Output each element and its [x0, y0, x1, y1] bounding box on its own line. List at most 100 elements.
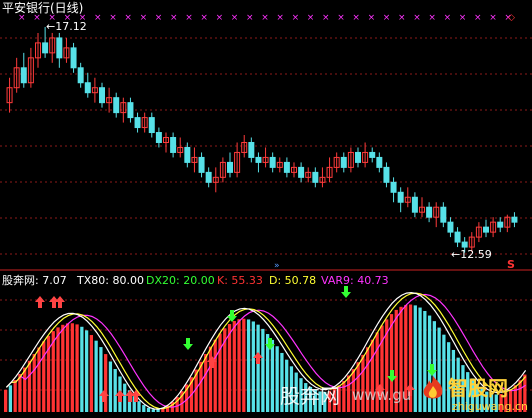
signal-x-marker: ×: [155, 13, 163, 23]
candle-body: [248, 141, 255, 158]
indicator-bar: [108, 361, 113, 412]
candle-body: [70, 47, 77, 69]
indicator-bar: [237, 319, 241, 412]
signal-x-marker: ×: [307, 13, 315, 23]
signal-x-marker: ×: [246, 13, 254, 23]
candle-body: [461, 241, 468, 248]
price-low-label: 12.59: [460, 248, 492, 261]
watermark-brand-cn: 智股网: [448, 376, 508, 400]
candle-body: [184, 146, 191, 163]
indicator-bar: [346, 375, 351, 412]
indicator-bar: [104, 354, 108, 412]
indicator-bar: [32, 354, 36, 412]
indicator-bar: [413, 305, 417, 412]
indicator-value: : 7.07: [35, 274, 67, 287]
price-high-label: 17.12: [55, 20, 87, 33]
flame-logo-icon: [423, 376, 443, 399]
sell-arrow-icon: [227, 310, 237, 322]
signal-x-marker: ×: [383, 13, 391, 23]
candle-body: [454, 231, 461, 243]
chart-marker: »: [274, 261, 280, 271]
candle-body: [255, 156, 262, 163]
candle-body: [227, 161, 233, 173]
indicator-bar: [80, 326, 84, 412]
signal-x-marker: ×: [124, 13, 132, 23]
indicator-bar: [246, 319, 251, 412]
candle-body: [20, 67, 27, 84]
indicator-bar: [208, 346, 213, 412]
indicator-bar: [227, 324, 232, 412]
price-high-annotation: ←17.12: [46, 21, 87, 33]
candle-body: [376, 156, 383, 168]
candle-body: [312, 171, 319, 183]
signal-x-marker: ×: [413, 13, 421, 23]
indicator-bar: [75, 324, 79, 412]
candle-body: [283, 161, 290, 173]
candlestick-chart: × × × × × × × × × × × × × × × × × × × × × × × × × × × × × × × × ×◇»: [0, 13, 532, 412]
watermark-logo: [420, 374, 446, 407]
indicator-bar: [204, 354, 208, 412]
candle-body: [205, 171, 212, 183]
candle-body: [84, 82, 91, 94]
indicator-name: 股奔网: 7.07: [2, 275, 67, 287]
indicator-bar: [8, 385, 13, 412]
indicator-bar: [113, 369, 117, 412]
indicator-bar: [70, 323, 74, 412]
candle-body: [340, 156, 347, 168]
candle-body: [447, 221, 454, 233]
signal-x-marker: ×: [459, 13, 467, 23]
candle-body: [390, 181, 397, 193]
indicator-bar: [13, 380, 17, 412]
sell-arrow-icon: [341, 286, 351, 298]
indicator-bar: [270, 339, 275, 412]
indicator-bar: [137, 401, 141, 412]
signal-x-marker: ×: [489, 13, 497, 23]
indicator-bar: [256, 324, 260, 412]
indicator-bar: [275, 346, 279, 412]
candle-body: [298, 166, 305, 178]
signal-x-marker: ×: [474, 13, 482, 23]
signal-x-marker: ×: [444, 13, 452, 23]
indicator-bar: [151, 409, 155, 412]
buy-arrow-icon: [55, 296, 65, 308]
candle-body: [269, 156, 276, 168]
signal-x-marker: ×: [352, 13, 360, 23]
indicator-tx80: TX80: 80.00: [77, 274, 144, 287]
candle-body: [369, 151, 376, 158]
signal-x-marker: ×: [200, 13, 208, 23]
signal-x-marker: ×: [428, 13, 436, 23]
signal-x-marker: ×: [261, 13, 269, 23]
signal-x-marker: ×: [322, 13, 330, 23]
candle-body: [355, 151, 361, 163]
candle-body: [483, 226, 489, 233]
candle-body: [440, 206, 447, 223]
sell-arrow-icon: [183, 338, 193, 350]
indicator-var9: VAR9: 40.73: [321, 274, 389, 287]
sell-signal-marker: S: [507, 258, 515, 271]
indicator-bar: [146, 407, 151, 412]
signal-x-marker: ×: [140, 13, 148, 23]
indicator-bar: [42, 341, 46, 412]
indicator-bar: [142, 405, 146, 412]
indicator-bar: [156, 409, 160, 412]
candle-body: [198, 156, 205, 173]
signal-x-marker: ×: [368, 13, 376, 23]
indicator-dx20: DX20: 20.00: [146, 274, 215, 287]
candle-body: [411, 196, 418, 213]
indicator-bar: [213, 339, 217, 412]
candle-body: [56, 37, 63, 59]
indicator-bar: [89, 335, 94, 412]
indicator-bar: [123, 383, 127, 412]
indicator-bar: [27, 360, 32, 412]
indicator-bar: [61, 324, 65, 412]
indicator-bar: [251, 321, 255, 412]
candle-body: [148, 117, 155, 134]
indicator-bar: [261, 328, 265, 412]
signal-x-marker: ×: [398, 13, 406, 23]
indicator-bar: [232, 320, 236, 412]
buy-arrow-icon: [35, 296, 45, 308]
price-low-annotation: ←12.59: [451, 249, 492, 261]
diamond-marker: ◇: [508, 13, 515, 23]
candle-body: [113, 97, 120, 114]
candle-body: [511, 216, 518, 223]
